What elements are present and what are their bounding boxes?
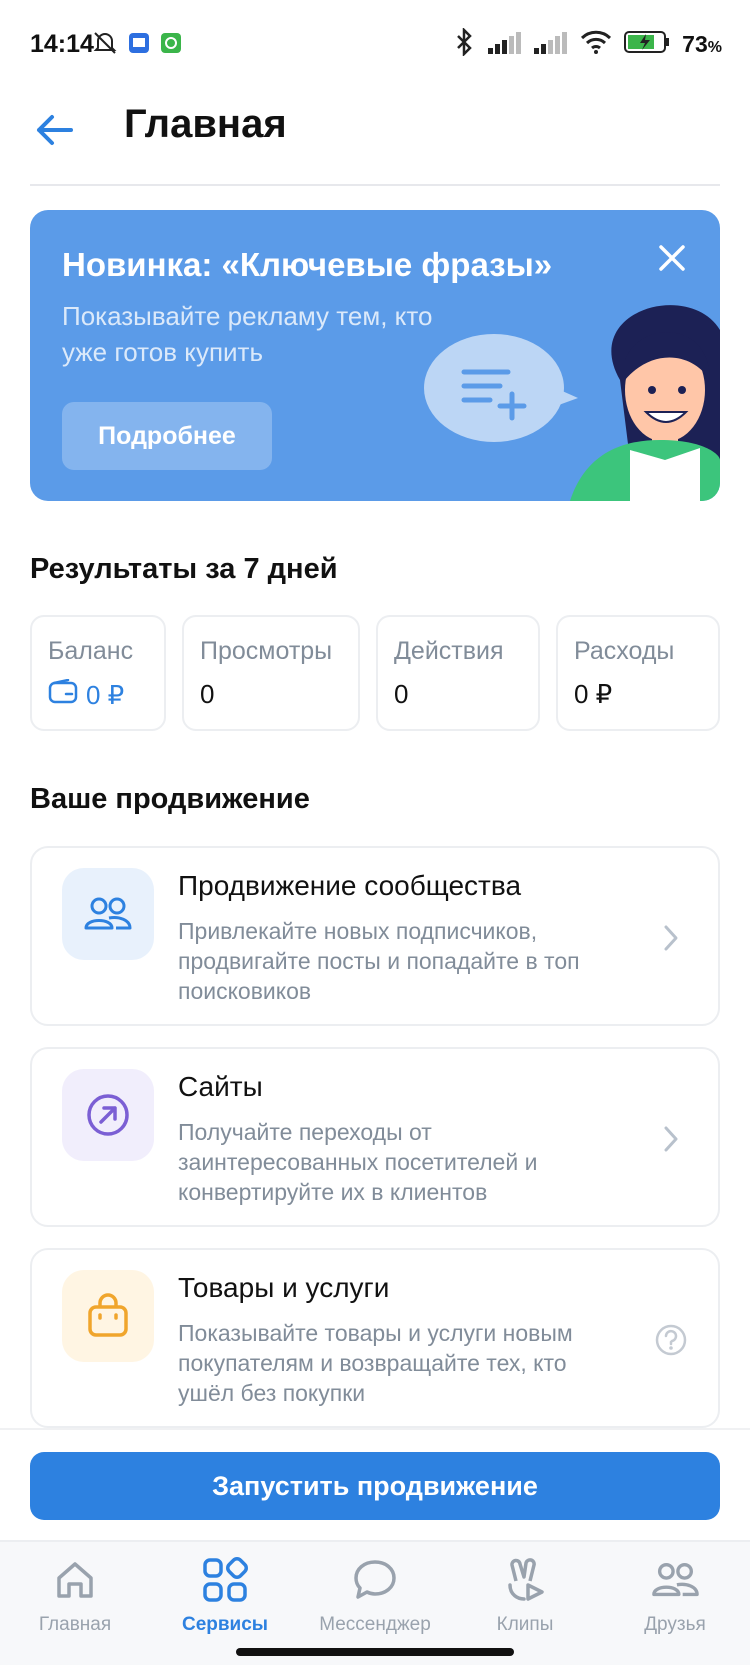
- chevron-right-icon: [654, 921, 688, 955]
- tab-messenger[interactable]: Мессенджер: [300, 1556, 450, 1652]
- shopping-bag-icon: [62, 1270, 154, 1362]
- services-icon: [201, 1556, 249, 1604]
- stat-label: Действия: [394, 637, 504, 665]
- status-right-icons: 73%: [454, 26, 722, 61]
- battery-icon: [624, 30, 670, 59]
- status-time: 14:14: [30, 30, 94, 58]
- stat-value-wrap: 0 ₽: [48, 678, 125, 712]
- status-bar: 14:14 73%: [0, 0, 750, 90]
- more-button[interactable]: Подробнее: [62, 402, 272, 470]
- stat-label: Просмотры: [200, 637, 333, 665]
- results-title: Результаты за 7 дней: [30, 553, 338, 585]
- banner-illustration: [420, 290, 720, 501]
- tab-label: Главная: [38, 1614, 112, 1635]
- home-icon: [51, 1556, 99, 1604]
- battery-level: 73%: [682, 31, 722, 58]
- wifi-icon: [580, 30, 612, 59]
- tab-bar: Главная Сервисы Мессенджер Клипы Друзья: [0, 1540, 750, 1665]
- start-promotion-button[interactable]: Запустить продвижение: [30, 1452, 720, 1520]
- tab-clips[interactable]: Клипы: [450, 1556, 600, 1652]
- tab-label: Друзья: [644, 1614, 706, 1635]
- stat-value: 0 ₽: [574, 679, 613, 709]
- tab-friends[interactable]: Друзья: [600, 1556, 750, 1652]
- stat-label: Баланс: [48, 637, 134, 665]
- header: Главная: [0, 90, 750, 186]
- battery-percent: 73: [682, 31, 708, 57]
- signal-icon: [488, 30, 522, 59]
- mute-bell-icon: [92, 30, 118, 61]
- battery-unit: %: [707, 39, 722, 56]
- notification-app-icon: [128, 32, 150, 59]
- card-title: Продвижение сообщества: [178, 870, 522, 901]
- stat-expenses[interactable]: Расходы 0 ₽: [556, 615, 720, 731]
- back-button[interactable]: [30, 108, 78, 156]
- arrow-left-icon: [34, 114, 74, 151]
- friends-icon: [651, 1556, 699, 1604]
- stat-label: Расходы: [574, 637, 675, 665]
- card-description: Привлекайте новых подписчиков, продвигай…: [178, 918, 580, 1004]
- users-icon: [62, 868, 154, 960]
- home-indicator[interactable]: [236, 1648, 514, 1656]
- stat-actions[interactable]: Действия 0: [376, 615, 540, 731]
- notification-android-icon: [160, 32, 182, 59]
- stats-row: Баланс 0 ₽ Просмотры 0 Действия 0 Расход…: [30, 615, 720, 731]
- stat-value: 0: [394, 679, 409, 709]
- card-description: Показывайте товары и услуги новым покупа…: [178, 1320, 573, 1406]
- card-description: Получайте переходы от заинтересованных п…: [178, 1119, 538, 1205]
- tab-label: Клипы: [496, 1614, 554, 1635]
- card-title: Товары и услуги: [178, 1272, 390, 1303]
- tab-label: Сервисы: [181, 1614, 269, 1635]
- promo-banner[interactable]: Новинка: «Ключевые фразы» Показывайте ре…: [30, 210, 720, 501]
- tab-label: Мессенджер: [319, 1614, 431, 1635]
- stat-value: 0 ₽: [86, 680, 125, 710]
- card-community-promotion[interactable]: Продвижение сообщества Привлекайте новых…: [30, 846, 720, 1026]
- message-icon: [351, 1556, 399, 1604]
- signal-2-icon: [534, 30, 568, 59]
- close-icon[interactable]: [654, 240, 690, 276]
- banner-subtitle: Показывайте рекламу тем, кто уже готов к…: [62, 301, 433, 367]
- header-divider: [30, 184, 720, 186]
- cta-container: Запустить продвижение: [0, 1428, 750, 1538]
- wallet-icon: [48, 678, 78, 712]
- banner-title: Новинка: «Ключевые фразы»: [62, 246, 553, 283]
- chevron-right-icon: [654, 1122, 688, 1156]
- card-goods-services[interactable]: Товары и услуги Показывайте товары и усл…: [30, 1248, 720, 1428]
- clips-icon: [501, 1556, 549, 1604]
- stat-views[interactable]: Просмотры 0: [182, 615, 360, 731]
- page-title: Главная: [124, 102, 287, 146]
- stat-value: 0: [200, 679, 215, 709]
- status-left-icons: [92, 30, 182, 61]
- card-title: Сайты: [178, 1071, 263, 1102]
- bluetooth-icon: [454, 26, 476, 61]
- help-icon[interactable]: [654, 1323, 688, 1357]
- tab-services[interactable]: Сервисы: [150, 1556, 300, 1652]
- arrow-up-right-circle-icon: [62, 1069, 154, 1161]
- promotion-title: Ваше продвижение: [30, 783, 310, 815]
- tab-home[interactable]: Главная: [0, 1556, 150, 1652]
- stat-balance[interactable]: Баланс 0 ₽: [30, 615, 166, 731]
- card-sites[interactable]: Сайты Получайте переходы от заинтересова…: [30, 1047, 720, 1227]
